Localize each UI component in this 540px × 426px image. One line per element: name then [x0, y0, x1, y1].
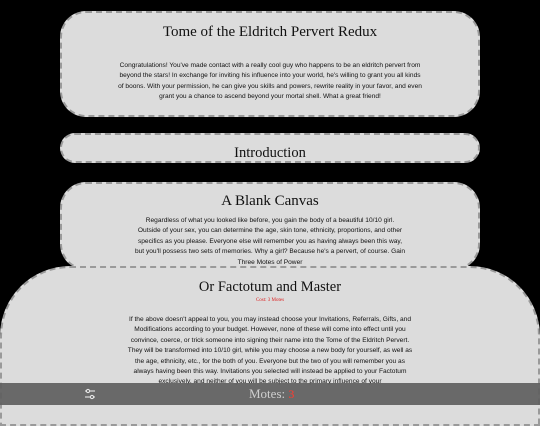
sliders-icon — [85, 388, 95, 400]
intro-description: Congratulations! You've made contact wit… — [118, 62, 422, 101]
motes-label: Motes: — [249, 386, 286, 401]
choice-description: If the above doesn't appeal to you, you … — [127, 316, 413, 386]
motes-value: 3 — [288, 387, 295, 401]
choice-description: Regardless of what you looked like befor… — [134, 217, 406, 266]
intro-title-card: Tome of the Eldritch Pervert Redux Congr… — [60, 11, 480, 117]
page-title: Tome of the Eldritch Pervert Redux — [162, 24, 378, 40]
section-title-introduction: Introduction — [234, 145, 306, 161]
choice-cost: Cost: 3 Motes — [255, 298, 285, 303]
motes-counter: Motes: 3 — [249, 386, 294, 402]
choice-card-blank-canvas[interactable]: A Blank Canvas Regardless of what you lo… — [60, 182, 480, 270]
choice-title: A Blank Canvas — [221, 193, 319, 209]
settings-button[interactable] — [83, 387, 97, 401]
bottom-points-bar: Motes: 3 — [0, 383, 540, 405]
choice-title: Or Factotum and Master — [198, 279, 342, 295]
introduction-section-header: Introduction — [60, 133, 480, 163]
